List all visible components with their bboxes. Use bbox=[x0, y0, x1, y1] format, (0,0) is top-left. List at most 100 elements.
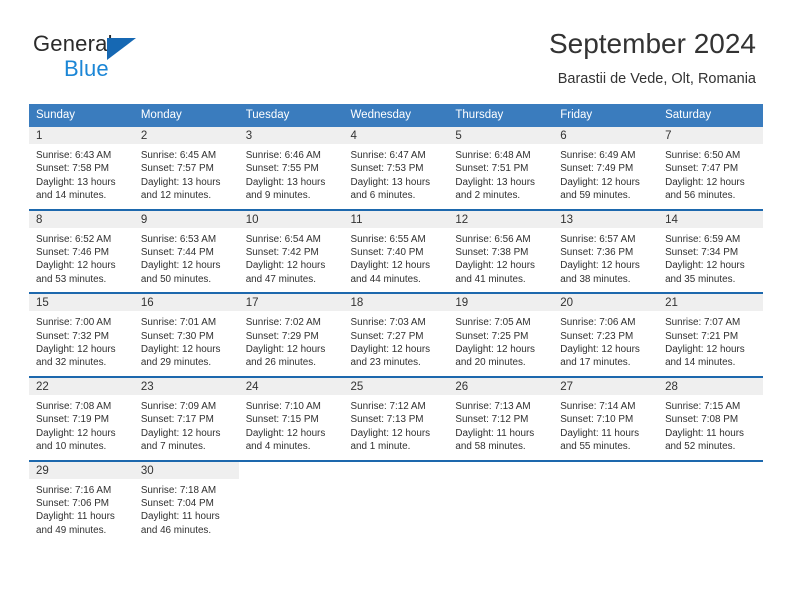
day-number: 26 bbox=[448, 377, 554, 395]
day-cell[interactable]: 20 Sunrise: 7:06 AM Sunset: 7:23 PM Dayl… bbox=[553, 294, 659, 370]
day-number: 10 bbox=[238, 210, 344, 228]
daylight-text-line2: and 17 minutes. bbox=[560, 357, 631, 369]
day-cell[interactable]: 26 Sunrise: 7:13 AM Sunset: 7:12 PM Dayl… bbox=[448, 377, 554, 454]
sunrise-text: Sunrise: 7:12 AM bbox=[350, 400, 426, 412]
day-cell-empty bbox=[658, 462, 763, 546]
weekday-header-tuesday: Tuesday bbox=[245, 109, 290, 121]
page-header: General Blue September 2024 Barastii de … bbox=[0, 0, 792, 100]
sunrise-text: Sunrise: 6:48 AM bbox=[455, 150, 531, 161]
day-cell[interactable]: 7 Sunrise: 6:50 AM Sunset: 7:47 PM Dayli… bbox=[658, 127, 763, 203]
day-cell[interactable]: 21 Sunrise: 7:07 AM Sunset: 7:21 PM Dayl… bbox=[658, 294, 763, 370]
day-cell[interactable]: 11 Sunrise: 6:55 AM Sunset: 7:40 PM Dayl… bbox=[343, 210, 449, 287]
sunset-text: Sunset: 7:23 PM bbox=[560, 330, 634, 342]
daylight-text-line1: Daylight: 12 hours bbox=[36, 427, 116, 439]
day-cell[interactable]: 12 Sunrise: 6:56 AM Sunset: 7:38 PM Dayl… bbox=[448, 210, 554, 287]
daylight-text-line2: and 38 minutes. bbox=[560, 273, 631, 285]
day-number: 17 bbox=[238, 294, 344, 312]
day-cell[interactable]: 4 Sunrise: 6:47 AM Sunset: 7:53 PM Dayli… bbox=[343, 127, 449, 203]
day-number: 4 bbox=[343, 127, 449, 144]
day-number bbox=[344, 462, 449, 479]
sunrise-text: Sunrise: 7:01 AM bbox=[140, 317, 217, 329]
daylight-text-line1: Daylight: 13 hours bbox=[455, 176, 535, 188]
daylight-text-line1: Daylight: 12 hours bbox=[665, 260, 745, 272]
daylight-text-line2: and 44 minutes. bbox=[350, 273, 421, 285]
day-info: Sunrise: 6:45 AM Sunset: 7:57 PM Dayligh… bbox=[134, 144, 239, 203]
day-cell[interactable]: 2 Sunrise: 6:45 AM Sunset: 7:57 PM Dayli… bbox=[133, 127, 239, 203]
day-cell[interactable]: 19 Sunrise: 7:05 AM Sunset: 7:25 PM Dayl… bbox=[448, 294, 554, 370]
day-cell[interactable]: 24 Sunrise: 7:10 AM Sunset: 7:15 PM Dayl… bbox=[238, 377, 344, 454]
daylight-text-line2: and 59 minutes. bbox=[560, 190, 631, 202]
day-cell[interactable]: 3 Sunrise: 6:46 AM Sunset: 7:55 PM Dayli… bbox=[238, 127, 344, 203]
day-cell[interactable]: 28 Sunrise: 7:15 AM Sunset: 7:08 PM Dayl… bbox=[658, 377, 763, 454]
day-cell[interactable]: 1 Sunrise: 6:43 AM Sunset: 7:58 PM Dayli… bbox=[29, 127, 134, 203]
day-cell[interactable]: 8 Sunrise: 6:52 AM Sunset: 7:46 PM Dayli… bbox=[29, 210, 134, 287]
sunrise-text: Sunrise: 7:14 AM bbox=[560, 400, 636, 412]
weekday-header-saturday: Saturday bbox=[665, 109, 712, 121]
sunset-text: Sunset: 7:55 PM bbox=[245, 163, 319, 175]
daylight-text-line1: Daylight: 11 hours bbox=[560, 427, 640, 439]
daylight-text-line2: and 55 minutes. bbox=[560, 441, 631, 453]
day-cell[interactable]: 27 Sunrise: 7:14 AM Sunset: 7:10 PM Dayl… bbox=[553, 377, 659, 454]
sunrise-text: Sunrise: 6:53 AM bbox=[140, 233, 217, 245]
sunset-text: Sunset: 7:46 PM bbox=[36, 247, 110, 259]
day-number: 27 bbox=[553, 377, 659, 395]
day-cell[interactable]: 30 Sunrise: 7:18 AM Sunset: 7:04 PM Dayl… bbox=[133, 461, 239, 546]
daylight-text-line2: and 23 minutes. bbox=[350, 357, 421, 369]
day-cell[interactable]: 29 Sunrise: 7:16 AM Sunset: 7:06 PM Dayl… bbox=[29, 461, 134, 546]
day-info: Sunrise: 6:47 AM Sunset: 7:53 PM Dayligh… bbox=[344, 144, 449, 203]
sunrise-text: Sunrise: 6:43 AM bbox=[36, 150, 112, 161]
daylight-text-line2: and 6 minutes. bbox=[350, 190, 416, 202]
daylight-text-line2: and 53 minutes. bbox=[36, 273, 107, 285]
day-cell[interactable]: 25 Sunrise: 7:12 AM Sunset: 7:13 PM Dayl… bbox=[343, 377, 449, 454]
day-cell[interactable]: 23 Sunrise: 7:09 AM Sunset: 7:17 PM Dayl… bbox=[133, 377, 239, 454]
page-title: September 2024 bbox=[548, 28, 756, 59]
sunset-text: Sunset: 7:08 PM bbox=[665, 414, 739, 426]
day-cell[interactable]: 5 Sunrise: 6:48 AM Sunset: 7:51 PM Dayli… bbox=[448, 127, 554, 203]
day-number: 29 bbox=[29, 461, 134, 479]
daylight-text-line1: Daylight: 12 hours bbox=[560, 344, 640, 356]
day-number: 20 bbox=[553, 294, 659, 312]
day-info: Sunrise: 7:09 AM Sunset: 7:17 PM Dayligh… bbox=[134, 395, 239, 454]
sunrise-text: Sunrise: 6:56 AM bbox=[455, 233, 531, 245]
day-cell[interactable]: 22 Sunrise: 7:08 AM Sunset: 7:19 PM Dayl… bbox=[29, 377, 134, 454]
sunrise-text: Sunrise: 7:13 AM bbox=[455, 400, 531, 412]
daylight-text-line2: and 56 minutes. bbox=[665, 190, 736, 202]
day-cell[interactable]: 15 Sunrise: 7:00 AM Sunset: 7:32 PM Dayl… bbox=[29, 294, 134, 370]
sunrise-text: Sunrise: 7:07 AM bbox=[665, 317, 741, 329]
day-info bbox=[239, 479, 344, 546]
day-cell[interactable]: 6 Sunrise: 6:49 AM Sunset: 7:49 PM Dayli… bbox=[553, 127, 659, 203]
day-info: Sunrise: 7:10 AM Sunset: 7:15 PM Dayligh… bbox=[239, 395, 344, 454]
day-cell[interactable]: 9 Sunrise: 6:53 AM Sunset: 7:44 PM Dayli… bbox=[133, 210, 239, 287]
day-cell[interactable]: 16 Sunrise: 7:01 AM Sunset: 7:30 PM Dayl… bbox=[133, 294, 239, 370]
day-number: 7 bbox=[658, 127, 763, 144]
sunrise-text: Sunrise: 6:59 AM bbox=[665, 233, 741, 245]
brand-logo[interactable]: General Blue bbox=[33, 31, 233, 87]
daylight-text-line1: Daylight: 12 hours bbox=[665, 176, 745, 188]
daylight-text-line2: and 58 minutes. bbox=[455, 441, 526, 453]
sunset-text: Sunset: 7:04 PM bbox=[140, 497, 214, 509]
day-cell[interactable]: 13 Sunrise: 6:57 AM Sunset: 7:36 PM Dayl… bbox=[553, 210, 659, 287]
daylight-text-line1: Daylight: 13 hours bbox=[36, 176, 116, 188]
calendar-grid: Sunday Monday Tuesday Wednesday Thursday… bbox=[29, 104, 763, 546]
daylight-text-line1: Daylight: 12 hours bbox=[455, 260, 535, 272]
day-number: 16 bbox=[133, 294, 239, 312]
daylight-text-line1: Daylight: 12 hours bbox=[560, 260, 640, 272]
weekday-header-sunday: Sunday bbox=[36, 109, 76, 121]
day-cell[interactable]: 17 Sunrise: 7:02 AM Sunset: 7:29 PM Dayl… bbox=[238, 294, 344, 370]
day-number: 28 bbox=[658, 377, 763, 395]
day-cell[interactable]: 10 Sunrise: 6:54 AM Sunset: 7:42 PM Dayl… bbox=[238, 210, 344, 287]
day-number: 3 bbox=[238, 127, 344, 144]
daylight-text-line2: and 46 minutes. bbox=[140, 524, 212, 536]
daylight-text-line1: Daylight: 11 hours bbox=[665, 427, 744, 439]
day-cell[interactable]: 14 Sunrise: 6:59 AM Sunset: 7:34 PM Dayl… bbox=[658, 210, 763, 287]
sunrise-text: Sunrise: 7:18 AM bbox=[140, 484, 217, 496]
daylight-text-line2: and 1 minute. bbox=[350, 441, 411, 453]
sunset-text: Sunset: 7:47 PM bbox=[665, 163, 739, 175]
weekday-header-monday: Monday bbox=[140, 109, 182, 121]
sunrise-text: Sunrise: 6:47 AM bbox=[350, 150, 426, 161]
day-number: 1 bbox=[29, 127, 134, 144]
sunrise-text: Sunrise: 7:10 AM bbox=[245, 400, 321, 412]
daylight-text-line2: and 14 minutes. bbox=[665, 357, 736, 369]
day-cell[interactable]: 18 Sunrise: 7:03 AM Sunset: 7:27 PM Dayl… bbox=[343, 294, 449, 370]
day-info: Sunrise: 7:13 AM Sunset: 7:12 PM Dayligh… bbox=[448, 395, 553, 454]
